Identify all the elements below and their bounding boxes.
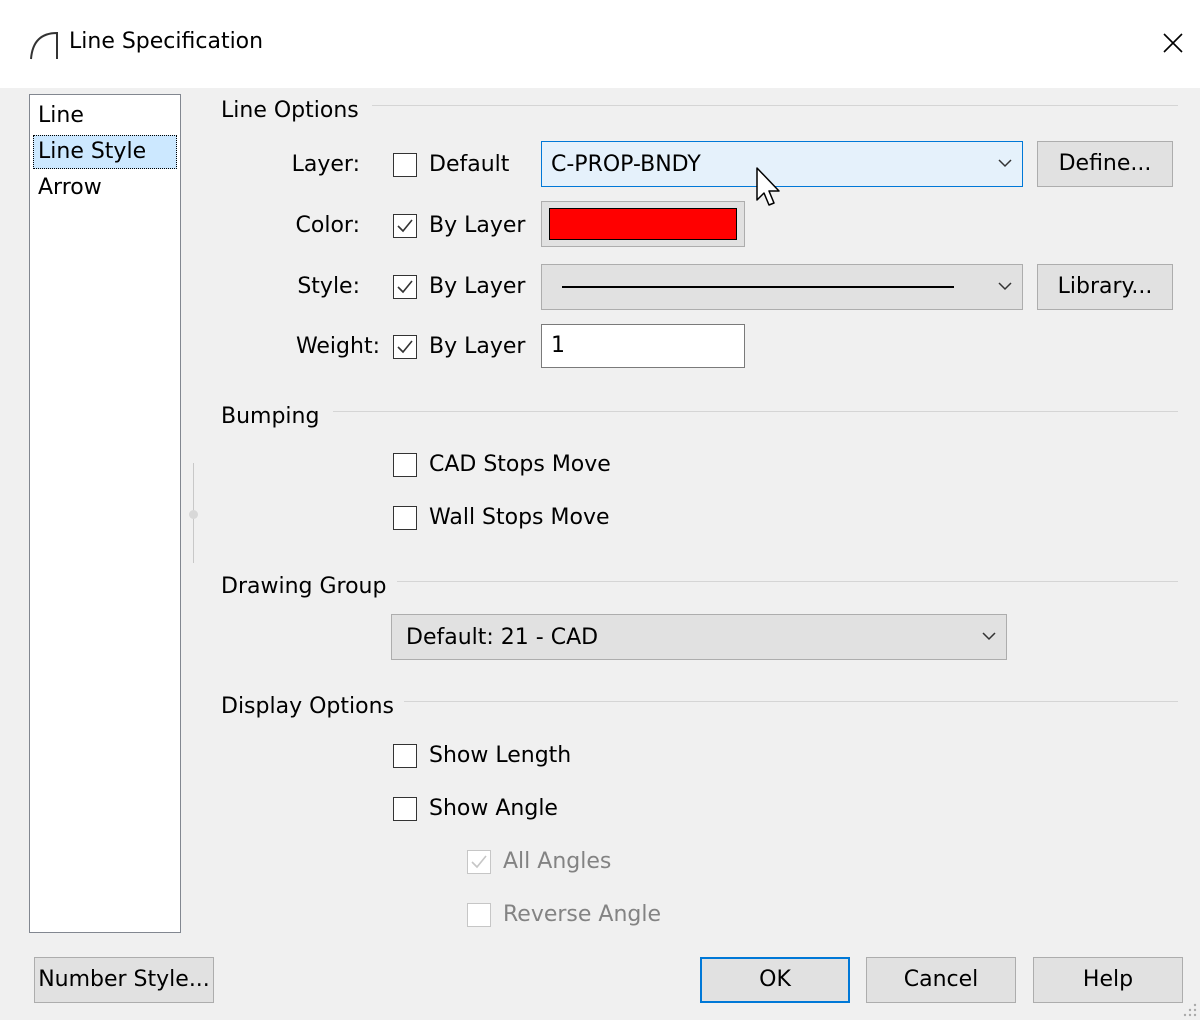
display-options-divider	[404, 701, 1178, 702]
arc-icon	[30, 31, 58, 60]
all-angles-label: All Angles	[503, 849, 612, 874]
mouse-cursor-icon	[756, 167, 780, 206]
display-options-header: Display Options	[221, 694, 394, 719]
color-bylayer-label[interactable]: By Layer	[429, 211, 525, 241]
chevron-down-icon	[998, 159, 1012, 168]
weight-bylayer-label[interactable]: By Layer	[429, 332, 525, 362]
line-style-select[interactable]	[541, 264, 1023, 310]
nav-item-line[interactable]: Line	[33, 99, 177, 133]
drawing-group-header: Drawing Group	[221, 574, 387, 599]
cancel-button[interactable]: Cancel	[866, 957, 1016, 1003]
color-label: Color:	[295, 213, 360, 238]
line-options-header: Line Options	[221, 98, 359, 123]
library-button[interactable]: Library...	[1037, 264, 1173, 310]
wall-stops-move-label[interactable]: Wall Stops Move	[429, 503, 610, 533]
style-label: Style:	[297, 274, 360, 299]
color-picker-button[interactable]	[541, 201, 745, 247]
drawing-group-select[interactable]: Default: 21 - CAD	[391, 614, 1007, 660]
style-bylayer-checkbox[interactable]	[393, 275, 417, 299]
checkmark-icon	[397, 280, 413, 294]
weight-input[interactable]: 1	[541, 324, 745, 368]
cad-stops-move-checkbox[interactable]	[393, 453, 417, 477]
bumping-divider	[333, 411, 1178, 412]
drawing-group-value: Default: 21 - CAD	[406, 625, 599, 650]
drawing-group-divider	[397, 581, 1178, 582]
color-bylayer-checkbox[interactable]	[393, 214, 417, 238]
bumping-header: Bumping	[221, 404, 320, 429]
show-length-checkbox[interactable]	[393, 744, 417, 768]
all-angles-checkbox	[467, 850, 491, 874]
wall-stops-move-checkbox[interactable]	[393, 506, 417, 530]
cad-stops-move-label[interactable]: CAD Stops Move	[429, 450, 611, 480]
resize-grip-icon[interactable]	[1180, 1000, 1198, 1018]
style-bylayer-label[interactable]: By Layer	[429, 272, 525, 302]
close-icon	[1163, 33, 1183, 53]
reverse-angle-label: Reverse Angle	[503, 902, 662, 927]
splitter-grip[interactable]	[189, 510, 198, 519]
chevron-down-icon	[998, 282, 1012, 291]
nav-item-arrow[interactable]: Arrow	[33, 171, 177, 205]
weight-label: Weight:	[295, 334, 380, 359]
window-title: Line Specification	[69, 29, 264, 54]
line-options-divider	[372, 105, 1178, 106]
checkmark-icon	[471, 855, 487, 869]
solid-line-preview	[562, 286, 954, 288]
chevron-down-icon	[982, 632, 996, 641]
title-bar: Line Specification	[0, 0, 1200, 88]
category-list[interactable]: Line Line Style Arrow	[29, 94, 181, 933]
color-swatch	[549, 208, 737, 240]
layer-default-checkbox[interactable]	[393, 153, 417, 177]
show-angle-label[interactable]: Show Angle	[429, 794, 558, 824]
reverse-angle-checkbox	[467, 903, 491, 927]
help-button[interactable]: Help	[1033, 957, 1183, 1003]
number-style-button[interactable]: Number Style...	[34, 957, 214, 1003]
layer-label: Layer:	[291, 152, 360, 177]
show-length-label[interactable]: Show Length	[429, 741, 571, 771]
weight-input-value: 1	[551, 333, 565, 358]
define-button[interactable]: Define...	[1037, 141, 1173, 187]
show-angle-checkbox[interactable]	[393, 797, 417, 821]
checkmark-icon	[397, 340, 413, 354]
layer-default-label[interactable]: Default	[429, 150, 509, 180]
checkmark-icon	[397, 219, 413, 233]
close-button[interactable]	[1150, 20, 1196, 66]
weight-bylayer-checkbox[interactable]	[393, 335, 417, 359]
layer-select-value: C-PROP-BNDY	[551, 152, 701, 177]
nav-item-line-style[interactable]: Line Style	[33, 135, 177, 169]
ok-button[interactable]: OK	[700, 957, 850, 1003]
